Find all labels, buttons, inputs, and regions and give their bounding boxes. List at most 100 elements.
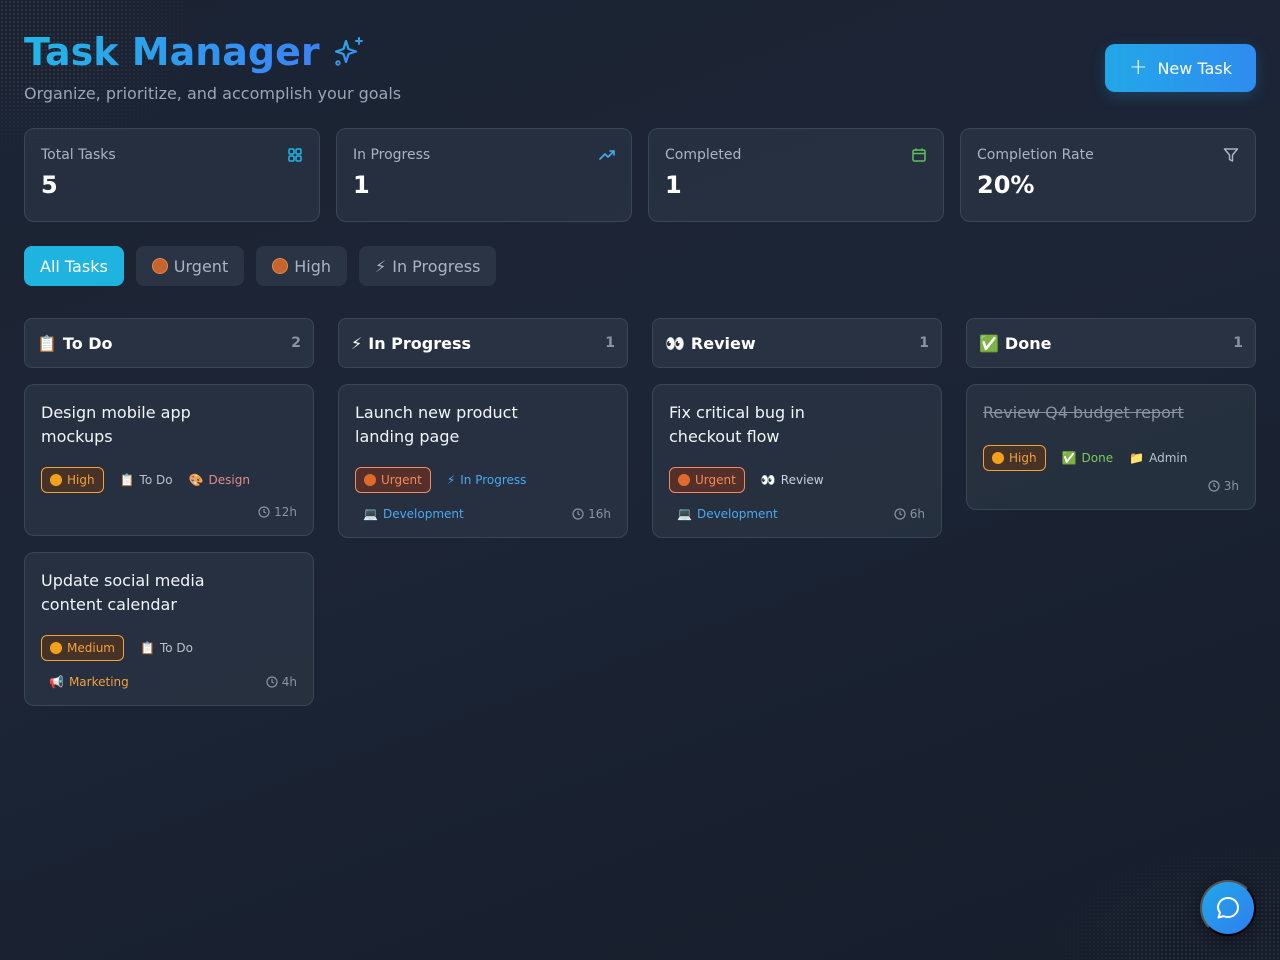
column-title: In Progress (368, 333, 471, 353)
priority-badge: High (983, 445, 1046, 471)
time-value: 3h (1223, 479, 1239, 493)
column-todo: 📋 To Do 2 Design mobile app mockups High… (24, 318, 314, 706)
priority-dot-icon (992, 452, 1004, 464)
eyes-icon: 👀 (665, 333, 685, 353)
priority-label: Medium (67, 641, 115, 655)
column-header: 📋 To Do 2 (24, 318, 314, 368)
trending-up-icon (599, 150, 615, 160)
ball-icon (272, 258, 289, 274)
column-review: 👀 Review 1 Fix critical bug in checkout … (652, 318, 942, 706)
folder-icon: 📁 (1129, 451, 1145, 465)
column-title: Review (690, 333, 756, 353)
stat-card-completed: Completed 1 (648, 128, 944, 222)
new-task-button[interactable]: + New Task (1105, 44, 1256, 92)
check-icon: ✅ (1061, 451, 1077, 465)
category-label: Admin (1149, 451, 1188, 465)
calendar-icon (912, 148, 926, 162)
category-label: Design (208, 473, 250, 487)
filter-all-tasks[interactable]: All Tasks (24, 246, 124, 286)
stat-card-completion-rate: Completion Rate 20% (960, 128, 1256, 222)
task-title: Design mobile app mockups (41, 403, 191, 446)
filter-label: Urgent (173, 256, 229, 276)
stat-value: 1 (353, 171, 370, 199)
time-estimate: 12h (258, 505, 297, 519)
category-label: Development (382, 507, 464, 521)
status-label: To Do (159, 641, 193, 655)
task-tags: Urgent 👀 Review (669, 467, 925, 493)
task-card[interactable]: Review Q4 budget report High ✅ Done 📁 Admi… (966, 384, 1256, 510)
chat-button[interactable] (1200, 880, 1256, 936)
task-footer: 📢 Marketing 4h (41, 669, 297, 695)
task-title: Update social media content calendar (41, 571, 205, 614)
stat-card-in-progress: In Progress 1 (336, 128, 632, 222)
page-title: Task Manager (24, 30, 320, 74)
lightning-icon: ⚡ (351, 333, 363, 353)
time-estimate: 4h (266, 675, 297, 689)
clock-icon (266, 676, 278, 688)
new-task-label: New Task (1157, 58, 1232, 78)
filter-high[interactable]: High (256, 246, 347, 286)
column-count: 1 (919, 335, 929, 351)
task-footer: 💻 Development 6h (669, 501, 925, 527)
stat-value: 20% (977, 171, 1035, 199)
priority-label: High (67, 473, 95, 487)
category-tag: 🎨 Design (189, 467, 250, 493)
palette-icon: 🎨 (188, 473, 204, 487)
stat-card-total: Total Tasks 5 (24, 128, 320, 222)
lightning-icon: ⚡ (446, 473, 456, 487)
status-label: In Progress (460, 473, 527, 487)
megaphone-icon: 📢 (49, 675, 64, 689)
task-title: Launch new product landing page (355, 403, 518, 446)
task-tags: High 📋 To Do 🎨 Design (41, 467, 297, 493)
sparkles-icon (334, 37, 363, 66)
column-count: 2 (291, 335, 301, 351)
task-title: Fix critical bug in checkout flow (669, 403, 805, 446)
filter-urgent[interactable]: Urgent (135, 246, 245, 286)
check-icon: ✅ (979, 333, 999, 353)
stat-label: Completion Rate (977, 147, 1094, 163)
column-header: ⚡ In Progress 1 (338, 318, 628, 368)
category-tag: 📢 Marketing (41, 669, 129, 695)
clock-icon (1208, 480, 1220, 492)
time-estimate: 3h (1208, 479, 1239, 493)
clock-icon (894, 508, 906, 520)
category-tag: 📁 Admin (1129, 445, 1187, 471)
task-card[interactable]: Update social media content calendar Med… (24, 552, 314, 706)
category-tag: 💻 Development (355, 501, 464, 527)
task-card[interactable]: Fix critical bug in checkout flow Urgent… (652, 384, 942, 538)
status-tag: ⚡ In Progress (447, 467, 527, 493)
lightning-icon: ⚡ (375, 256, 387, 276)
stats-row: Total Tasks 5 In Progress 1 Completed 1 … (24, 128, 1256, 222)
priority-badge: High (41, 467, 104, 493)
priority-badge: Urgent (669, 467, 745, 493)
filter-icon (1223, 148, 1239, 162)
priority-dot-icon (50, 642, 62, 654)
time-value: 4h (281, 675, 297, 689)
column-count: 1 (605, 335, 615, 351)
status-tag: 📋 To Do (120, 467, 173, 493)
column-done: ✅ Done 1 Review Q4 budget report High ✅ D… (966, 318, 1256, 706)
stat-value: 1 (665, 171, 682, 199)
time-value: 6h (909, 507, 925, 521)
filter-in-progress[interactable]: ⚡ In Progress (359, 246, 497, 286)
task-card[interactable]: Launch new product landing page Urgent ⚡… (338, 384, 628, 538)
time-estimate: 6h (894, 507, 925, 521)
clipboard-icon: 📋 (119, 473, 135, 487)
priority-label: High (1009, 451, 1037, 465)
time-value: 16h (588, 507, 611, 521)
category-label: Development (696, 507, 778, 521)
clipboard-icon: 📋 (139, 641, 155, 655)
column-header: 👀 Review 1 (652, 318, 942, 368)
kanban-board: 📋 To Do 2 Design mobile app mockups High… (24, 318, 1256, 706)
status-label: Review (780, 473, 824, 487)
task-footer: 💻 Development 16h (355, 501, 611, 527)
clock-icon (258, 506, 270, 518)
stat-label: In Progress (353, 147, 431, 163)
task-tags: Medium 📋 To Do (41, 635, 297, 661)
clock-icon (572, 508, 584, 520)
task-card[interactable]: Design mobile app mockups High 📋 To Do 🎨 D… (24, 384, 314, 536)
priority-badge: Medium (41, 635, 124, 661)
priority-dot-icon (50, 474, 62, 486)
filter-label: All Tasks (40, 256, 108, 276)
task-footer: 12h (41, 499, 297, 525)
